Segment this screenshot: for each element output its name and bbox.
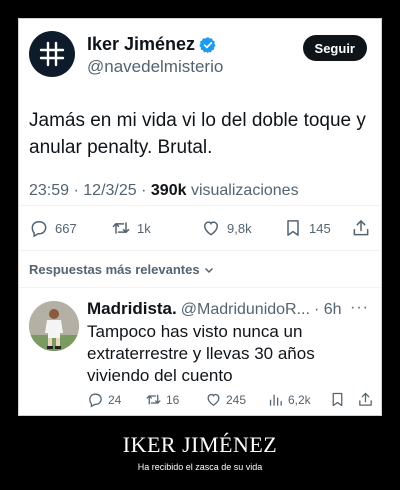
heart-icon xyxy=(203,221,219,236)
reply-views-button[interactable]: 6,2k xyxy=(267,391,311,408)
author-name[interactable]: Iker Jiménez xyxy=(87,34,195,55)
author-handle[interactable]: @navedelmisterio xyxy=(87,57,223,77)
reply-header: Madridista. @MadridunidoR... · 6h xyxy=(87,299,375,319)
reply-author-avatar[interactable] xyxy=(29,301,79,351)
reply-reply-count: 24 xyxy=(108,392,122,407)
tweet-date[interactable]: 12/3/25 xyxy=(83,182,136,199)
bookmark-count: 145 xyxy=(309,220,331,236)
comment-icon xyxy=(31,221,47,238)
meta-separator: · xyxy=(141,182,147,199)
verified-badge-icon xyxy=(199,36,216,53)
reply-views-count: 6,2k xyxy=(288,392,311,407)
replies-sort-label: Respuestas más relevantes xyxy=(29,262,200,277)
retweet-button[interactable]: 1k xyxy=(111,218,151,238)
bookmark-icon xyxy=(332,392,343,407)
share-icon xyxy=(353,220,369,236)
views-count: 390k xyxy=(150,182,187,199)
poster-title: IKER JIMÉNEZ xyxy=(122,432,278,457)
reply-actions: 24 16 245 6,2k xyxy=(87,391,377,409)
heart-icon xyxy=(207,393,220,406)
reply-item[interactable]: Madridista. @MadridunidoR... · 6h ··· Ta… xyxy=(29,299,375,411)
tweet-time[interactable]: 23:59 xyxy=(29,182,69,199)
tweet-card: Iker Jiménez @navedelmisterio Seguir Jam… xyxy=(18,18,382,416)
tweet-header: Iker Jiménez @navedelmisterio Seguir xyxy=(29,31,371,79)
divider xyxy=(19,287,381,288)
analytics-icon xyxy=(269,394,282,406)
author-avatar[interactable] xyxy=(29,31,75,77)
bookmark-button[interactable]: 145 xyxy=(283,218,331,238)
like-count: 9,8k xyxy=(227,220,252,236)
divider xyxy=(19,205,381,206)
poster-subtitle: Ha recibido el zasca de su vida xyxy=(137,462,263,472)
follow-button[interactable]: Seguir xyxy=(302,35,367,61)
reply-retweet-button[interactable]: 16 xyxy=(145,391,179,408)
views-label: visualizaciones xyxy=(190,182,299,199)
reply-time[interactable]: · 6h xyxy=(314,301,342,319)
hash-grid-icon xyxy=(39,41,65,67)
retweet-icon xyxy=(112,222,130,234)
reply-share-button[interactable] xyxy=(357,391,378,408)
retweet-count: 1k xyxy=(137,220,151,236)
like-button[interactable]: 9,8k xyxy=(201,218,252,238)
more-options-icon[interactable]: ··· xyxy=(350,299,369,317)
divider xyxy=(19,250,381,251)
reply-bookmark-button[interactable] xyxy=(329,391,350,408)
meta-separator: · xyxy=(73,182,79,199)
author-name-row: Iker Jiménez xyxy=(87,34,217,55)
tweet-text: Jamás en mi vida vi lo del doble toque y… xyxy=(29,110,366,158)
reply-text: Tampoco has visto nunca un extraterrestr… xyxy=(87,322,315,385)
reply-like-count: 245 xyxy=(226,392,247,407)
share-button[interactable] xyxy=(351,218,377,238)
reply-count: 667 xyxy=(55,220,77,236)
retweet-icon xyxy=(146,394,161,405)
reply-retweet-count: 16 xyxy=(166,392,180,407)
reply-like-button[interactable]: 245 xyxy=(205,391,246,408)
chevron-down-icon xyxy=(204,267,213,273)
comment-icon xyxy=(89,393,102,408)
bookmark-icon xyxy=(287,220,299,236)
tweet-meta: 23:59 · 12/3/25 · 390k visualizaciones xyxy=(29,182,299,200)
reply-author-handle[interactable]: @MadridunidoR... xyxy=(181,301,310,319)
replies-sort-toggle[interactable]: Respuestas más relevantes xyxy=(29,262,215,277)
share-icon xyxy=(359,392,372,406)
player-photo xyxy=(29,301,79,351)
reply-author-name[interactable]: Madridista. xyxy=(87,299,177,319)
tweet-actions: 667 1k 9,8k 145 xyxy=(29,218,369,240)
reply-button[interactable]: 667 xyxy=(29,218,77,238)
reply-reply-button[interactable]: 24 xyxy=(87,391,121,408)
